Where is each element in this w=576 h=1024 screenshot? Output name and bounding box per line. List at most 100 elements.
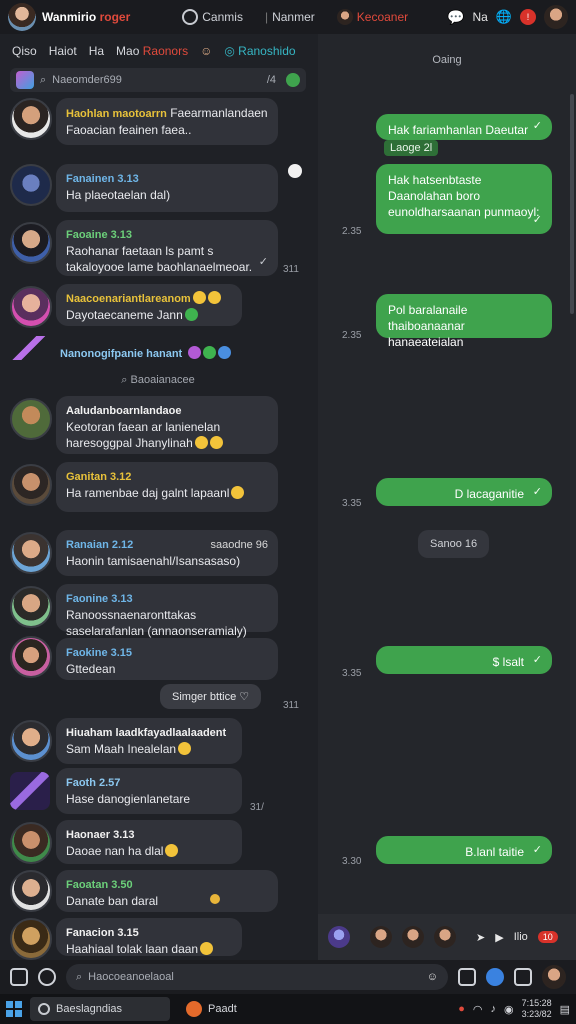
chat-bubble-icon[interactable]: 💬 — [447, 9, 464, 26]
sender-name: Fanacion 3.15 — [66, 927, 139, 939]
list-item[interactable]: Fanacion 3.15 Haahiaal tolak laan daan — [0, 916, 316, 960]
sound-icon[interactable]: ♪ — [490, 1003, 496, 1015]
list-item[interactable]: Ranaian 2.12 saaodne 96 Haonin tamisaenah… — [0, 530, 316, 580]
sender-name: Faokine 3.15 — [66, 647, 133, 659]
chat-app-window: Wanmirio roger Canmis | Nanmer Kecoaner … — [0, 0, 576, 1024]
profile-avatar[interactable] — [8, 3, 36, 31]
member-avatar[interactable] — [370, 926, 392, 948]
online-status-icon — [286, 73, 300, 87]
sticker-button[interactable]: Simger bttice ♡ — [160, 684, 262, 709]
message-bubble: Ganitan 3.12 Ha ramenbae daj galnt lapaa… — [56, 462, 278, 512]
list-item[interactable]: Naacoenariantlareanom Dayotaecaneme Jann — [0, 284, 316, 328]
send-icon[interactable]: ➤ — [476, 931, 485, 944]
start-menu-icon[interactable] — [6, 1001, 22, 1017]
scrollbar[interactable] — [570, 94, 574, 314]
message-text: $ lsalt — [492, 655, 524, 669]
globe-icon — [182, 9, 199, 25]
list-item[interactable]: Faoatan 3.50 Danate ban daral — [0, 868, 316, 914]
sender-name: Ranaian 2.12 saaodne 96 — [66, 539, 269, 551]
nav-item-nanmer[interactable]: | Nanmer — [265, 10, 315, 24]
list-item[interactable]: Haohlan maotoarrn Faearmanlandaen Faoaci… — [0, 94, 316, 152]
quoted-reply: Laoge 2l — [384, 140, 439, 156]
avatar — [10, 870, 52, 912]
emoji-icon — [200, 942, 214, 955]
attach-icon[interactable] — [10, 968, 28, 986]
chat-search-bar[interactable]: ⌕ Naeomder699 /4 — [10, 68, 306, 92]
filter-tab[interactable]: Mao Raonors — [116, 44, 188, 58]
list-item[interactable]: Fanainen 3.13 Ha plaeotaelan dal) — [0, 160, 316, 214]
message-text: Raohanar faetaan ls pamt s takaloyooe la… — [66, 244, 253, 274]
video-icon[interactable]: ▶ — [495, 931, 503, 944]
notification-icon[interactable]: ! — [520, 9, 536, 25]
message-time: 3.30 — [342, 856, 362, 867]
message-text: Sam Maah Inealelan — [66, 741, 232, 757]
filter-tab[interactable]: Qiso — [12, 44, 37, 58]
emoji-picker-icon[interactable]: ☺ — [427, 971, 438, 983]
message-bubble: Faokine 3.15 Gttedean — [56, 638, 278, 680]
message-bubble: Haonaer 3.13 Daoae nan ha dlal — [56, 820, 242, 864]
circle-icon[interactable] — [38, 968, 56, 986]
message-bubble: Ranaian 2.12 saaodne 96 Haonin tamisaenah… — [56, 530, 278, 576]
settings-icon[interactable] — [514, 968, 532, 986]
unread-badge: 10 — [537, 931, 558, 943]
filter-tab[interactable]: Haiot — [49, 44, 77, 58]
list-item[interactable]: Faoth 2.57 Hase danogienlanetare 31/ — [0, 768, 316, 816]
image-icon[interactable] — [458, 968, 476, 986]
message-time: 2.35 — [342, 226, 362, 237]
read-check-icon: ✓ — [532, 844, 542, 856]
avatar — [10, 918, 52, 960]
read-check-icon: ✓ — [532, 654, 542, 666]
taskbar-search[interactable]: Baeslagndias — [30, 997, 170, 1021]
tray-icon[interactable]: ● — [458, 1003, 465, 1015]
message-text: Haahiaal tolak laan daan — [66, 941, 232, 957]
network-icon[interactable]: ◉ — [504, 1003, 514, 1016]
list-item[interactable]: Hiuaham laadkfayadlaalaadent Sam Maah In… — [0, 716, 316, 766]
list-item[interactable]: Nanonogifpanie hanant — [0, 334, 316, 364]
record-icon[interactable] — [486, 968, 504, 986]
avatar — [10, 822, 52, 864]
outgoing-message: Hak hatsenbtaste Daanolahan boro eunoldh… — [376, 164, 552, 234]
nav-item-label: Kecoaner — [356, 10, 409, 24]
os-taskbar: Baeslagndias Paadt ● ◠ ♪ ◉ 7:15:28 3:23/… — [0, 994, 576, 1024]
list-item[interactable]: Faokine 3.15 Gttedean — [0, 636, 316, 680]
sender-name: Faoth 2.57 — [66, 777, 121, 789]
list-item[interactable]: Haonaer 3.13 Daoae nan ha dlal — [0, 818, 316, 866]
list-item[interactable]: Ganitan 3.12 Ha ramenbae daj galnt lapaa… — [0, 462, 316, 514]
message-bubble: Fanacion 3.15 Haahiaal tolak laan daan — [56, 918, 242, 956]
clock[interactable]: 7:15:28 3:23/82 — [522, 998, 552, 1020]
channel-avatar — [336, 9, 353, 25]
filter-tab-teal[interactable]: ◎ Ranoshido — [224, 44, 295, 58]
smile-icon[interactable]: ☺ — [200, 44, 212, 58]
member-avatar[interactable] — [434, 926, 456, 948]
list-item[interactable]: Faonine 3.13 Ranoossnaenaronttakas sasel… — [0, 584, 316, 638]
nav-item-kecoaner[interactable]: Kecoaner — [336, 9, 409, 25]
user-avatar[interactable] — [544, 5, 568, 29]
wifi-icon[interactable]: ◠ — [473, 1003, 483, 1016]
search-icon — [38, 1003, 50, 1015]
filter-tab[interactable]: Ha — [89, 44, 104, 58]
divider-icon: | — [264, 10, 269, 24]
emoji-icon — [187, 346, 201, 359]
group-avatar[interactable] — [328, 926, 350, 948]
options-icon[interactable] — [288, 164, 302, 178]
message-bubble: Hiuaham laadkfayadlaalaadent Sam Maah In… — [56, 718, 242, 764]
taskbar-app[interactable]: Paadt — [178, 1001, 245, 1017]
message-time: 3.35 — [342, 498, 362, 509]
user-avatar[interactable] — [542, 965, 566, 989]
search-input[interactable]: Naeomder699 — [52, 74, 122, 86]
message-bubble: Faoatan 3.50 Danate ban daral — [56, 870, 278, 912]
message-input-bar: ⌕ Haocoeanoelaoal ☺ — [0, 960, 576, 994]
nav-item-canmis[interactable]: Canmis — [182, 9, 243, 25]
emoji-icon — [192, 291, 206, 304]
chat-list-panel: Qiso Haiot Ha Mao Raonors ☺ ◎ Ranoshido … — [0, 34, 316, 960]
notifications-icon[interactable]: ▤ — [560, 1003, 570, 1016]
sword-icon — [10, 772, 50, 810]
search-hint: ⌕ Baoaianacee — [0, 374, 316, 387]
list-item[interactable]: Faoaine 3.13 Raohanar faetaan ls pamt s … — [0, 218, 316, 278]
message-text: Dayotaecaneme Jann — [66, 307, 232, 323]
member-avatar[interactable] — [402, 926, 424, 948]
message-input[interactable]: ⌕ Haocoeanoelaoal ☺ — [66, 964, 448, 990]
globe-icon[interactable]: 🌐 — [496, 9, 512, 25]
list-item[interactable]: Aaludanboarnlandaoe Keotoran faean ar la… — [0, 396, 316, 456]
extra-label: saaodne 96 — [210, 539, 269, 551]
